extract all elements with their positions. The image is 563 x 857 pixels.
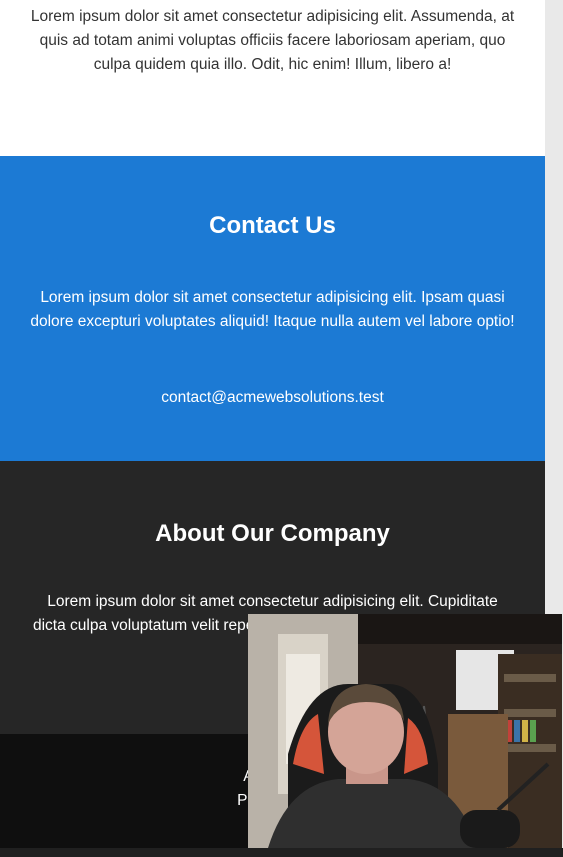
intro-section: Lorem ipsum dolor sit amet consectetur a… — [0, 0, 545, 156]
contact-email[interactable]: contact@acmewebsolutions.test — [0, 389, 545, 407]
intro-text: Lorem ipsum dolor sit amet consectetur a… — [30, 8, 515, 73]
contact-section: Contact Us Lorem ipsum dolor sit amet co… — [0, 156, 545, 461]
webcam-video-image — [248, 614, 562, 848]
contact-text: Lorem ipsum dolor sit amet consectetur a… — [30, 289, 515, 330]
bottom-bar — [0, 848, 563, 857]
contact-title: Contact Us — [209, 212, 336, 239]
about-title: About Our Company — [155, 520, 390, 547]
webcam-overlay — [248, 614, 562, 848]
